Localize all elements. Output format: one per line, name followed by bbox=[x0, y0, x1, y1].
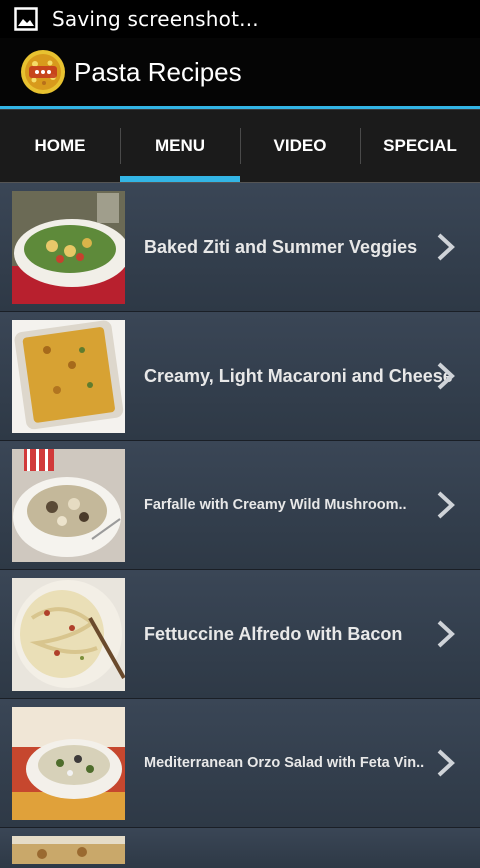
tab-home[interactable]: HOME bbox=[0, 110, 120, 182]
tab-label: VIDEO bbox=[273, 136, 327, 155]
recipe-thumbnail-orzo bbox=[12, 706, 125, 820]
recipe-title: Baked Ziti and Summer Veggies bbox=[144, 236, 418, 257]
recipe-row-partial[interactable] bbox=[0, 828, 480, 868]
recipe-row-orzo[interactable]: Mediterranean Orzo Salad with Feta Vin.. bbox=[0, 699, 480, 828]
chevron-right-icon bbox=[437, 362, 455, 390]
status-notification-text: Saving screenshot... bbox=[52, 7, 259, 31]
action-bar: Pasta Recipes bbox=[0, 38, 480, 109]
status-bar: Saving screenshot... bbox=[0, 0, 480, 38]
recipe-thumbnail-macaroni bbox=[12, 319, 125, 433]
tab-label: HOME bbox=[34, 136, 86, 155]
recipe-thumbnail-farfalle bbox=[12, 448, 125, 562]
recipe-title: Farfalle with Creamy Wild Mushroom.. bbox=[144, 497, 407, 513]
tab-special[interactable]: SPECIAL bbox=[360, 110, 480, 182]
recipe-thumbnail-baked-ziti bbox=[12, 190, 125, 304]
tab-label: SPECIAL bbox=[383, 136, 457, 155]
recipe-row-baked-ziti[interactable]: Baked Ziti and Summer Veggies bbox=[0, 183, 480, 312]
app-title: Pasta Recipes bbox=[74, 56, 242, 87]
recipe-list: Baked Ziti and Summer Veggies Creamy, Li… bbox=[0, 182, 480, 868]
chevron-right-icon bbox=[437, 491, 455, 519]
recipe-title: Fettuccine Alfredo with Bacon bbox=[144, 623, 403, 644]
recipe-thumbnail-fettuccine bbox=[12, 577, 125, 691]
tab-video[interactable]: VIDEO bbox=[240, 110, 360, 182]
tab-label: MENU bbox=[154, 136, 206, 155]
recipe-title: Mediterranean Orzo Salad with Feta Vin.. bbox=[144, 755, 425, 771]
recipe-thumbnail-partial bbox=[12, 836, 125, 864]
tab-bar: HOME MENU VIDEO SPECIAL bbox=[0, 109, 480, 182]
image-icon bbox=[14, 7, 38, 31]
chevron-right-icon bbox=[437, 620, 455, 648]
recipe-row-fettuccine[interactable]: Fettuccine Alfredo with Bacon bbox=[0, 570, 480, 699]
recipe-row-farfalle[interactable]: Farfalle with Creamy Wild Mushroom.. bbox=[0, 441, 480, 570]
tab-menu[interactable]: MENU bbox=[120, 110, 240, 182]
chevron-right-icon bbox=[437, 749, 455, 777]
recipe-title: Creamy, Light Macaroni and Cheese bbox=[144, 365, 453, 386]
app-logo-icon[interactable] bbox=[20, 49, 66, 95]
chevron-right-icon bbox=[437, 233, 455, 261]
recipe-row-macaroni[interactable]: Creamy, Light Macaroni and Cheese bbox=[0, 312, 480, 441]
